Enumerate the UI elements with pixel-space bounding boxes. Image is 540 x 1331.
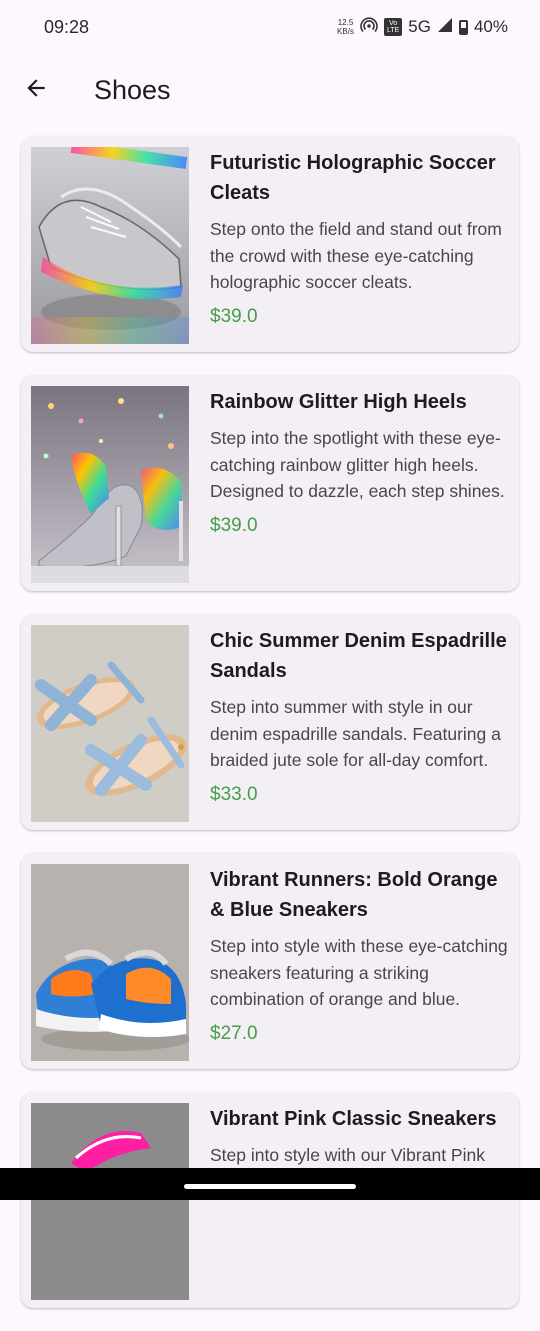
status-time: 09:28 <box>44 16 90 37</box>
product-image <box>31 625 189 822</box>
product-description: Step into summer with style in our denim… <box>210 697 501 770</box>
signal-icon <box>437 17 453 38</box>
gesture-navigation-bar <box>0 1168 540 1200</box>
volte-badge: Vo LTE <box>383 18 403 36</box>
product-title: Futuristic Holographic Soccer Cleats <box>210 152 496 204</box>
volte-bottom: LTE <box>386 27 400 34</box>
product-price: $39.0 <box>210 305 258 327</box>
hotspot-icon <box>360 16 378 39</box>
product-description: Step onto the field and stand out from t… <box>210 219 502 292</box>
product-info: Futuristic Holographic Soccer Cleats Ste… <box>210 148 510 328</box>
battery-level: 40% <box>473 17 508 36</box>
product-image <box>31 147 189 344</box>
network-speed-value: 12.5 <box>337 18 354 27</box>
product-info: Chic Summer Denim Espadrille Sandals Ste… <box>210 626 510 806</box>
product-image <box>31 1103 189 1300</box>
status-icons: 12.5 KB/s Vo LTE 5G 40% <box>337 16 508 39</box>
product-title: Vibrant Runners: Bold Orange & Blue Snea… <box>210 869 498 921</box>
product-card[interactable]: Vibrant Runners: Bold Orange & Blue Snea… <box>21 853 519 1069</box>
product-card[interactable]: Rainbow Glitter High Heels Step into the… <box>21 375 519 591</box>
product-card[interactable]: Chic Summer Denim Espadrille Sandals Ste… <box>21 614 519 830</box>
product-list[interactable]: Futuristic Holographic Soccer Cleats Ste… <box>20 136 520 1331</box>
product-card[interactable]: Vibrant Pink Classic Sneakers Step into … <box>21 1092 519 1308</box>
arrow-back-icon <box>23 75 49 106</box>
app-bar: Shoes <box>0 58 540 122</box>
product-description: Step into the spotlight with these eye-c… <box>210 428 505 501</box>
product-title: Rainbow Glitter High Heels <box>210 391 467 413</box>
product-title: Vibrant Pink Classic Sneakers <box>210 1108 497 1130</box>
network-speed: 12.5 KB/s <box>337 18 354 36</box>
product-info: Rainbow Glitter High Heels Step into the… <box>210 387 510 537</box>
product-title: Chic Summer Denim Espadrille Sandals <box>210 630 507 682</box>
volte-top: Vo <box>389 20 398 27</box>
battery-icon <box>458 19 468 35</box>
product-price: $33.0 <box>210 783 258 805</box>
product-image <box>31 864 189 1061</box>
page-title: Shoes <box>94 74 171 105</box>
product-price: $39.0 <box>210 514 258 536</box>
home-handle[interactable] <box>184 1184 356 1189</box>
product-price: $27.0 <box>210 1022 258 1044</box>
product-image <box>31 386 189 583</box>
network-type: 5G <box>408 17 431 36</box>
product-description: Step into style with these eye-catching … <box>210 936 508 1009</box>
product-info: Vibrant Runners: Bold Orange & Blue Snea… <box>210 865 510 1045</box>
back-button[interactable] <box>12 66 60 114</box>
product-card[interactable]: Futuristic Holographic Soccer Cleats Ste… <box>21 136 519 352</box>
network-speed-unit: KB/s <box>337 27 354 36</box>
status-bar: 09:28 12.5 KB/s Vo LTE 5G 40% <box>0 0 540 54</box>
